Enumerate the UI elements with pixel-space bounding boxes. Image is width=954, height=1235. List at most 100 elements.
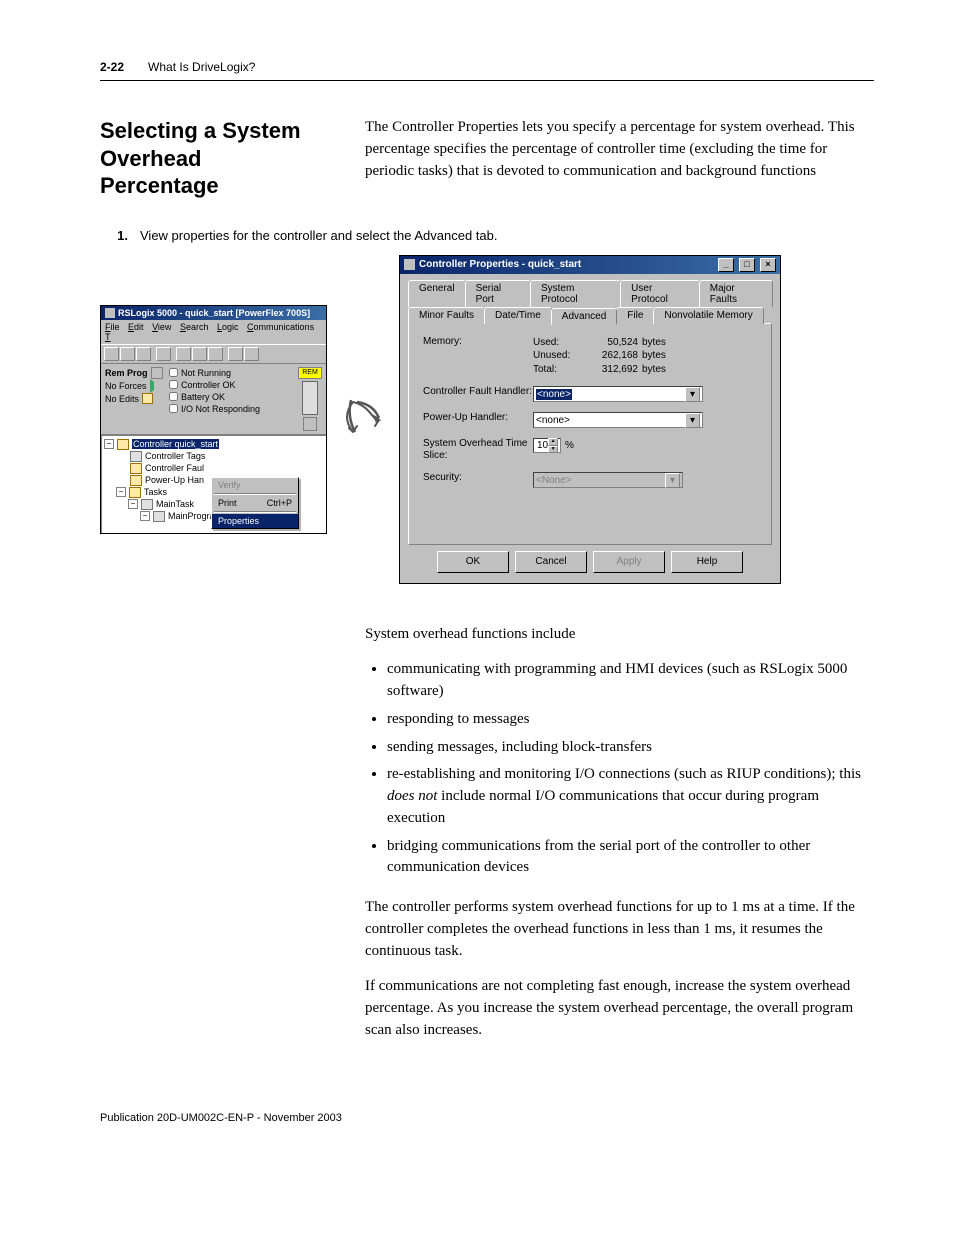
menu-comm[interactable]: Communications — [247, 322, 314, 332]
security-label: Security: — [423, 472, 533, 483]
page-number: 2-22 — [100, 60, 124, 74]
intro-paragraph: The Controller Properties lets you speci… — [365, 117, 874, 200]
body-p2: The controller performs system overhead … — [365, 897, 874, 962]
tags-icon — [130, 451, 142, 462]
check-batteryok[interactable]: Battery OK — [169, 391, 292, 403]
tool-print-icon[interactable] — [156, 347, 171, 361]
tree-maintask[interactable]: MainTask — [156, 499, 194, 509]
dialog-title: Controller Properties - quick_start — [419, 259, 581, 270]
tool-save-icon[interactable] — [136, 347, 151, 361]
tree-tags[interactable]: Controller Tags — [145, 451, 205, 461]
cfh-label: Controller Fault Handler: — [423, 386, 533, 397]
cfh-value: <none> — [536, 389, 572, 400]
folder-icon — [130, 475, 142, 486]
spin-up-icon[interactable]: ▲ — [548, 438, 558, 446]
tab-systemprotocol[interactable]: System Protocol — [530, 280, 621, 307]
timeslice-spinner[interactable]: 10 ▲▼ % — [533, 438, 574, 453]
ctx-properties[interactable]: Properties — [212, 514, 298, 528]
collapse-icon[interactable]: − — [104, 439, 114, 449]
bullet-3: sending messages, including block-transf… — [387, 737, 874, 759]
tab-majorfaults[interactable]: Major Faults — [699, 280, 773, 307]
cfh-combo[interactable]: <none> ▾ — [533, 386, 703, 402]
menu-search[interactable]: Search — [180, 322, 209, 332]
tab-minorfaults[interactable]: Minor Faults — [408, 307, 485, 324]
body-p3: If communications are not completing fas… — [365, 976, 874, 1041]
menu-file[interactable]: File — [105, 322, 120, 332]
tab-userprotocol[interactable]: User Protocol — [620, 280, 700, 307]
help-button[interactable]: Help — [671, 551, 743, 573]
status-button[interactable] — [303, 417, 317, 431]
tool-cut-icon[interactable] — [176, 347, 191, 361]
apply-button[interactable]: Apply — [593, 551, 665, 573]
edits-label: No Edits — [105, 393, 139, 405]
controller-properties-dialog: Controller Properties - quick_start _ □ … — [399, 255, 781, 584]
tab-serialport[interactable]: Serial Port — [465, 280, 531, 307]
tab-datetime[interactable]: Date/Time — [484, 307, 552, 324]
folder-icon — [129, 487, 141, 498]
sots-unit: % — [565, 440, 574, 451]
rslogix-titlebar: RSLogix 5000 - quick_start [PowerFlex 70… — [101, 306, 326, 320]
tab-general[interactable]: General — [408, 280, 466, 307]
mode-label: Rem Prog — [105, 367, 148, 379]
bullet-1: communicating with programming and HMI d… — [387, 659, 874, 703]
dropdown-icon[interactable]: ▾ — [685, 413, 700, 428]
collapse-icon[interactable]: − — [140, 511, 150, 521]
folder-icon — [117, 439, 129, 450]
tool-undo-icon[interactable] — [228, 347, 243, 361]
minimize-button[interactable]: _ — [718, 258, 734, 272]
chapter-name: What Is DriveLogix? — [148, 60, 255, 74]
tree-tasks[interactable]: Tasks — [144, 487, 167, 497]
tab-nonvolatile[interactable]: Nonvolatile Memory — [653, 307, 763, 324]
step-text: View properties for the controller and s… — [140, 228, 497, 243]
cancel-button[interactable]: Cancel — [515, 551, 587, 573]
ctx-print[interactable]: PrintCtrl+P — [212, 496, 298, 510]
spin-down-icon[interactable]: ▼ — [548, 446, 558, 454]
rslogix-window: RSLogix 5000 - quick_start [PowerFlex 70… — [100, 305, 327, 534]
tool-copy-icon[interactable] — [192, 347, 207, 361]
app-icon — [105, 308, 115, 318]
tree-poweruphandler[interactable]: Power-Up Han — [145, 475, 204, 485]
play-icon[interactable] — [150, 379, 162, 393]
menu-view[interactable]: View — [152, 322, 171, 332]
lock-icon — [142, 393, 153, 404]
advanced-panel: Memory: Used:50,524bytes Unused:262,168b… — [408, 323, 772, 545]
body-p1: System overhead functions include — [365, 624, 874, 646]
program-icon — [153, 511, 165, 522]
dropdown-icon[interactable]: ▾ — [685, 387, 700, 402]
arrow-icon — [343, 392, 383, 447]
mode-dropdown-icon[interactable] — [151, 367, 163, 379]
tool-paste-icon[interactable] — [208, 347, 223, 361]
tab-advanced[interactable]: Advanced — [551, 308, 617, 325]
tree-controller[interactable]: Controller quick_start — [132, 439, 219, 449]
context-menu: Verify PrintCtrl+P Properties — [211, 477, 299, 529]
rem-indicator: REM — [298, 367, 322, 379]
collapse-icon[interactable]: − — [128, 499, 138, 509]
check-ionotresp[interactable]: I/O Not Responding — [169, 403, 292, 415]
menu-logic[interactable]: Logic — [217, 322, 239, 332]
close-button[interactable]: × — [760, 258, 776, 272]
check-notrunning[interactable]: Not Running — [169, 367, 292, 379]
menu-edit[interactable]: Edit — [128, 322, 144, 332]
folder-icon — [130, 463, 142, 474]
collapse-icon[interactable]: − — [116, 487, 126, 497]
tool-open-icon[interactable] — [120, 347, 135, 361]
task-icon — [141, 499, 153, 510]
tool-new-icon[interactable] — [104, 347, 119, 361]
tab-file[interactable]: File — [616, 307, 654, 324]
keyswitch-icon — [302, 381, 318, 415]
puh-combo[interactable]: <none> ▾ — [533, 412, 703, 428]
check-controllerok[interactable]: Controller OK — [169, 379, 292, 391]
maximize-button[interactable]: □ — [739, 258, 755, 272]
menu-t[interactable]: T — [105, 332, 111, 342]
dialog-icon — [404, 259, 415, 270]
security-value: <None> — [536, 475, 572, 486]
ok-button[interactable]: OK — [437, 551, 509, 573]
tool-redo-icon[interactable] — [244, 347, 259, 361]
step-1: 1. View properties for the controller an… — [100, 228, 874, 243]
ctx-verify[interactable]: Verify — [212, 478, 298, 492]
dropdown-icon: ▾ — [665, 473, 680, 488]
status-block: Rem Prog No Forces No Edits Not Running … — [101, 364, 326, 435]
puh-value: <none> — [536, 415, 570, 426]
tree-faulthandler[interactable]: Controller Faul — [145, 463, 204, 473]
menubar[interactable]: File Edit View Search Logic Communicatio… — [101, 320, 326, 344]
